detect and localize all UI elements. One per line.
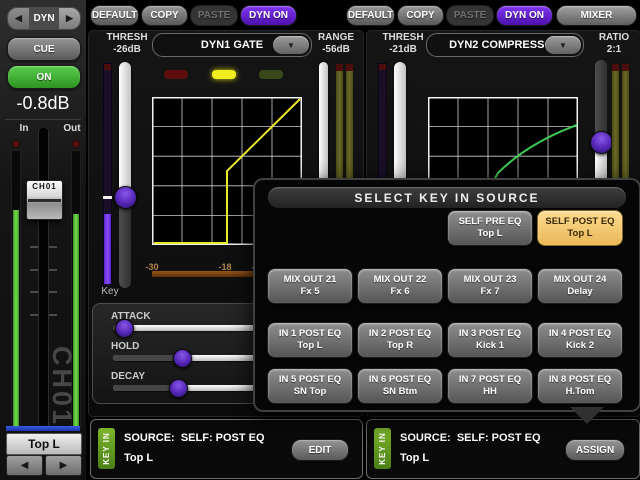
popup-row-in1-4: IN 1 POST EQTop LIN 2 POST EQTop RIN 3 P…	[255, 322, 639, 356]
keyin-source-in-5-post-eq[interactable]: IN 5 POST EQSN Top	[267, 368, 353, 404]
dropdown-arrow-icon[interactable]: ▼	[545, 36, 581, 54]
keyin-source-mix-out-24[interactable]: MIX OUT 24Delay	[537, 268, 623, 304]
popup-title: SELECT KEY IN SOURCE	[268, 187, 626, 208]
keyin-edit-button[interactable]: EDIT	[291, 439, 349, 461]
decay-knob[interactable]	[169, 379, 188, 398]
dyn1-range-readout: RANGE-56dB	[312, 32, 360, 56]
popup-pointer	[570, 407, 604, 424]
dyn1-keyin-bar: KEY IN SOURCE: SELF: POST EQ Top L EDIT	[90, 419, 363, 479]
processing-block-selector[interactable]: ◀ DYN ▶	[7, 7, 81, 30]
mixer-button[interactable]: MIXER	[556, 5, 637, 26]
popup-row-in5-8: IN 5 POST EQSN TopIN 6 POST EQSN BtmIN 7…	[255, 368, 639, 402]
keyin-source-in-6-post-eq[interactable]: IN 6 POST EQSN Btm	[357, 368, 443, 404]
dropdown-arrow-icon[interactable]: ▼	[273, 36, 309, 54]
block-name-label: DYN	[29, 8, 59, 29]
cue-button[interactable]: CUE	[7, 37, 81, 61]
channel-watermark: CH01	[46, 346, 77, 427]
keyin-source-in-4-post-eq[interactable]: IN 4 POST EQKick 2	[537, 322, 623, 358]
hold-label: HOLD	[111, 341, 139, 352]
dyn2-type-dropdown[interactable]: DYN2 COMPRESSOR ▼	[426, 33, 584, 57]
hold-knob[interactable]	[173, 349, 192, 368]
gate-hold-led	[212, 70, 236, 79]
fader-cap-label: CH01	[27, 182, 62, 191]
keyin-source-in-3-post-eq[interactable]: IN 3 POST EQKick 1	[447, 322, 533, 358]
dyn2-thresh-readout: THRESH-21dB	[378, 32, 428, 56]
decay-label: DECAY	[111, 371, 145, 382]
dyn1-copy-button[interactable]: COPY	[141, 5, 188, 26]
keyin-source-self-pre-eq[interactable]: SELF PRE EQTop L	[447, 210, 533, 246]
dyn1-type-dropdown[interactable]: DYN1 GATE ▼	[152, 33, 312, 57]
dyn2-keyin-source-name: Top L	[400, 452, 429, 464]
fader-level-readout: -0.8dB	[0, 93, 86, 114]
channel-fader-handle[interactable]: CH01	[26, 180, 63, 220]
keyin-source-in-7-post-eq[interactable]: IN 7 POST EQHH	[447, 368, 533, 404]
keyin-assign-button[interactable]: ASSIGN	[565, 439, 625, 461]
channel-strip: ◀ DYN ▶ CUE ON -0.8dB In Out CH01 CH01 T…	[0, 0, 88, 480]
channel-name-label: Top L	[6, 433, 82, 455]
dyn1-paste-button[interactable]: PASTE	[190, 5, 238, 26]
dyn1-thresh-slider-track-lower[interactable]	[119, 196, 131, 288]
dynamics-screen: ◀ DYN ▶ CUE ON -0.8dB In Out CH01 CH01 T…	[0, 0, 640, 480]
dyn2-copy-button[interactable]: COPY	[397, 5, 444, 26]
dyn2-ratio-readout: RATIO2:1	[590, 32, 638, 56]
in-level-meter	[11, 150, 21, 428]
gate-open-led	[259, 70, 283, 79]
out-meter-label: Out	[58, 123, 86, 134]
popup-row-self: SELF PRE EQTop LSELF POST EQTop L	[255, 210, 639, 244]
next-channel-button[interactable]: ▶	[45, 455, 82, 476]
next-block-arrow-icon[interactable]: ▶	[59, 8, 80, 29]
dyn2-paste-button[interactable]: PASTE	[446, 5, 494, 26]
keyin-source-in-8-post-eq[interactable]: IN 8 POST EQH.Tom	[537, 368, 623, 404]
attack-label: ATTACK	[111, 311, 151, 322]
keyin-source-self-post-eq[interactable]: SELF POST EQTop L	[537, 210, 623, 246]
dyn1-keyin-source-name: Top L	[124, 452, 153, 464]
prev-channel-button[interactable]: ◀	[6, 455, 43, 476]
keyin-source-mix-out-22[interactable]: MIX OUT 22Fx 6	[357, 268, 443, 304]
prev-block-arrow-icon[interactable]: ◀	[8, 8, 29, 29]
dyn1-thresh-knob[interactable]	[114, 186, 137, 209]
in-clip-led	[12, 140, 20, 148]
attack-knob[interactable]	[115, 319, 134, 338]
dyn1-keyin-meter	[103, 63, 112, 287]
keyin-source-mix-out-23[interactable]: MIX OUT 23Fx 7	[447, 268, 533, 304]
keyin-source-in-1-post-eq[interactable]: IN 1 POST EQTop L	[267, 322, 353, 358]
strip-divider	[5, 119, 81, 120]
dyn2-keyin-tab: KEY IN	[374, 428, 391, 469]
dyn1-keyin-source: SOURCE: SELF: POST EQ	[124, 432, 265, 444]
select-keyin-source-popup: SELECT KEY IN SOURCE SELF PRE EQTop LSEL…	[253, 178, 640, 412]
keyin-source-mix-out-21[interactable]: MIX OUT 21Fx 5	[267, 268, 353, 304]
dyn1-keyin-tab: KEY IN	[98, 428, 115, 469]
out-clip-led	[72, 140, 80, 148]
keyin-source-in-2-post-eq[interactable]: IN 2 POST EQTop R	[357, 322, 443, 358]
popup-row-mixout: MIX OUT 21Fx 5MIX OUT 22Fx 6MIX OUT 23Fx…	[255, 268, 639, 302]
dyn2-default-button[interactable]: DEFAULT	[346, 5, 395, 26]
channel-on-button[interactable]: ON	[7, 65, 81, 89]
dyn1-thresh-readout: THRESH-26dB	[102, 32, 152, 56]
dyn1-default-button[interactable]: DEFAULT	[90, 5, 139, 26]
dyn1-key-label: Key	[95, 286, 125, 297]
in-meter-label: In	[10, 123, 38, 134]
channel-color-bar	[6, 426, 80, 431]
dyn2-keyin-bar: KEY IN SOURCE: SELF: POST EQ Top L ASSIG…	[366, 419, 640, 479]
dyn1-on-button[interactable]: DYN ON	[240, 5, 297, 26]
gate-closed-led	[164, 70, 188, 79]
dyn1-thresh-slider-track[interactable]	[119, 62, 131, 198]
dyn2-keyin-source: SOURCE: SELF: POST EQ	[400, 432, 541, 444]
dyn2-ratio-knob[interactable]	[590, 131, 613, 154]
dyn2-on-button[interactable]: DYN ON	[496, 5, 553, 26]
